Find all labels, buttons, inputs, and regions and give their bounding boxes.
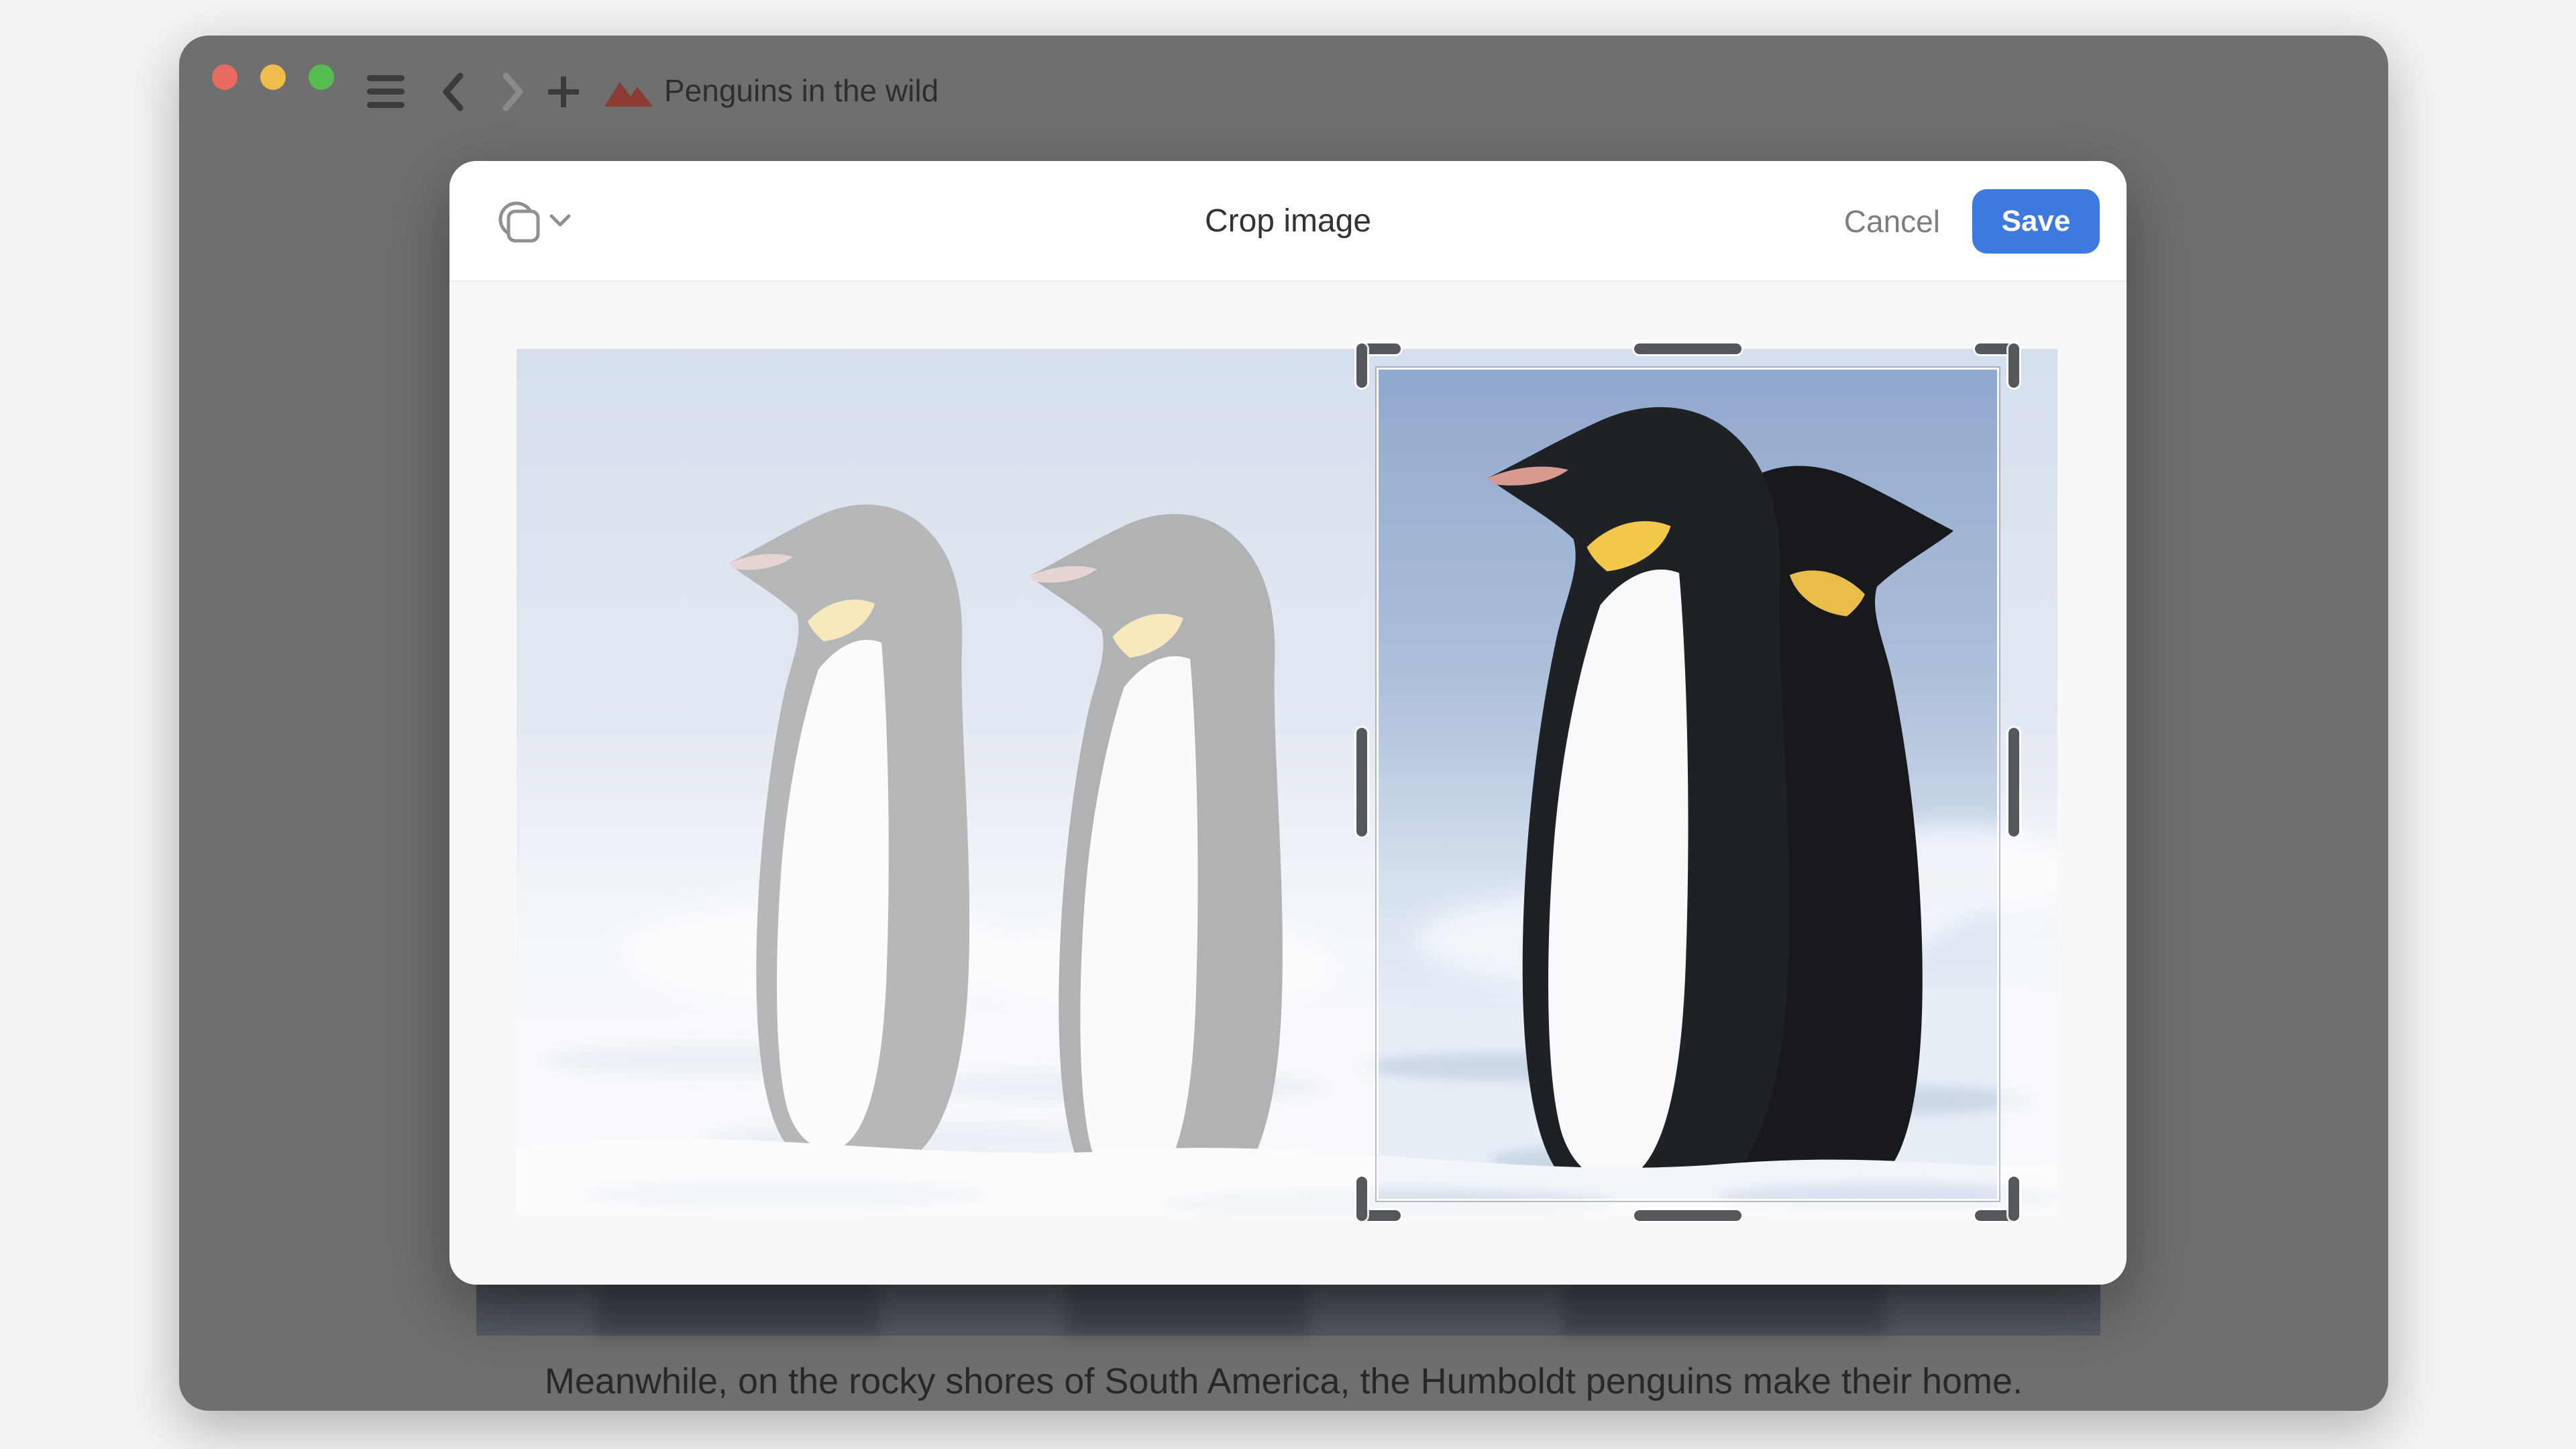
crop-handle-top-left-v[interactable] xyxy=(1356,343,1367,388)
crop-handle-bottom-left-v[interactable] xyxy=(1356,1177,1367,1221)
crop-handle-top[interactable] xyxy=(1634,343,1741,354)
document-mountain-icon xyxy=(604,78,653,107)
crop-selection[interactable] xyxy=(1377,368,1999,1201)
cancel-button[interactable]: Cancel xyxy=(1844,161,1940,282)
close-window-button[interactable] xyxy=(212,64,237,90)
document-title: Penguins in the wild xyxy=(664,70,938,111)
forward-icon[interactable] xyxy=(502,72,525,111)
minimize-window-button[interactable] xyxy=(260,64,286,90)
crop-handle-bottom[interactable] xyxy=(1634,1210,1741,1221)
crop-handle-right[interactable] xyxy=(2008,728,2019,837)
save-button[interactable]: Save xyxy=(1972,189,2100,254)
back-icon[interactable] xyxy=(441,72,464,111)
crop-handle-bottom-right-v[interactable] xyxy=(2008,1177,2019,1221)
document-caption: Meanwhile, on the rocky shores of South … xyxy=(179,1360,2388,1402)
document-photo-strip xyxy=(476,1278,2100,1336)
crop-handle-top-right-v[interactable] xyxy=(2008,343,2019,388)
zoom-window-button[interactable] xyxy=(309,64,334,90)
crop-image-modal: Crop image Cancel Save xyxy=(449,161,2127,1285)
crop-photo-area xyxy=(517,349,2057,1216)
modal-header: Crop image Cancel Save xyxy=(449,161,2127,282)
crop-dim-overlay-left xyxy=(517,349,1377,1216)
hamburger-menu-icon[interactable] xyxy=(367,75,405,108)
add-icon[interactable] xyxy=(548,76,579,107)
crop-handle-left[interactable] xyxy=(1356,728,1367,837)
screen: Penguins in the wild Meanwhile, on the r… xyxy=(0,0,2576,1449)
